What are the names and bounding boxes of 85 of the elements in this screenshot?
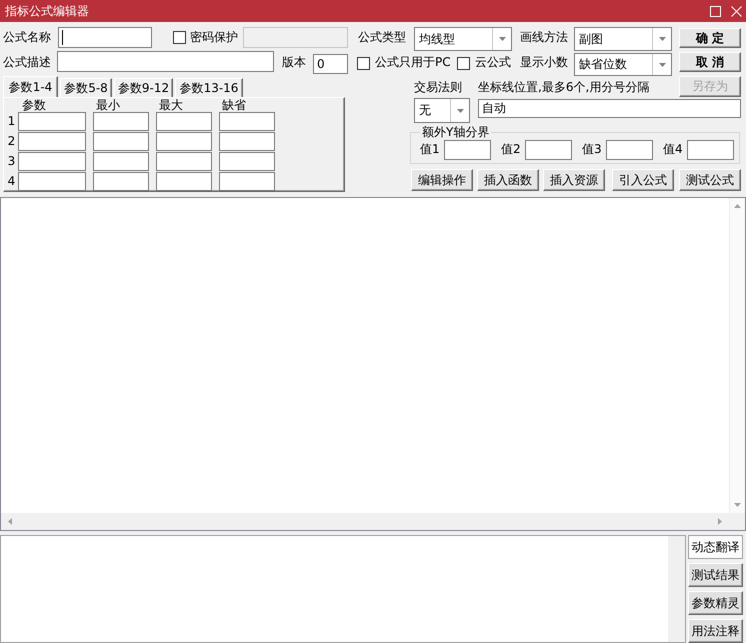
close-icon[interactable]: [731, 6, 742, 16]
version-field[interactable]: 0: [313, 54, 348, 74]
max-value-field[interactable]: [156, 152, 212, 171]
param-name-field[interactable]: [18, 152, 86, 171]
max-value-field[interactable]: [156, 112, 212, 131]
column-header: 最大: [158, 99, 184, 111]
y-value-field[interactable]: [444, 140, 491, 160]
decimals-select[interactable]: 缺省位数: [574, 53, 672, 76]
param-name-field[interactable]: [18, 112, 86, 131]
max-value-field[interactable]: [156, 172, 212, 191]
field-label: 值3: [582, 141, 603, 158]
checkbox[interactable]: [357, 57, 370, 70]
default-value-field[interactable]: [219, 112, 275, 131]
column-header: 最小: [95, 99, 121, 111]
output-view-button[interactable]: 测试结果: [688, 563, 743, 587]
draw-method-select[interactable]: 副图: [574, 27, 672, 51]
param-tab[interactable]: 参数1-4: [3, 76, 58, 97]
min-value-field[interactable]: [93, 172, 149, 191]
field-label: 公式类型: [358, 29, 407, 46]
field-label: 值2: [501, 141, 522, 158]
toolbar-button[interactable]: 引入公式: [612, 169, 674, 191]
group-title: 额外Y轴分界: [421, 126, 490, 139]
vertical-scrollbar[interactable]: [668, 536, 685, 642]
checkbox-label: 公式只用于PC: [375, 54, 452, 71]
y-value-field[interactable]: [687, 140, 734, 160]
field-label: 画线方法: [520, 29, 569, 46]
field-label: 显示小数: [520, 54, 569, 71]
maximize-icon[interactable]: [710, 6, 721, 16]
param-name-field[interactable]: [18, 172, 86, 191]
caret-icon: [658, 62, 666, 66]
ok-button[interactable]: 确 定: [679, 28, 741, 48]
field-label: 版本: [282, 54, 307, 71]
scroll-right-icon[interactable]: [718, 518, 722, 525]
formula-type-select[interactable]: 均线型: [414, 27, 512, 51]
y-value-field[interactable]: [606, 140, 653, 160]
output-view-button[interactable]: 参数精灵: [688, 591, 743, 615]
column-header: 参数: [21, 99, 47, 111]
trade-rule-select[interactable]: 无: [414, 98, 470, 123]
horizontal-scrollbar[interactable]: [1, 513, 729, 530]
field-label: 交易法则: [414, 79, 463, 95]
output-view-button[interactable]: 动态翻译: [688, 535, 743, 559]
row-number: 4: [6, 173, 16, 190]
field-label: 公式描述: [3, 54, 52, 71]
row-number: 1: [6, 113, 16, 130]
toolbar-button[interactable]: 插入函数: [477, 169, 539, 191]
cancel-button[interactable]: 取 消: [679, 52, 741, 72]
checkbox-label: 云公式: [475, 54, 512, 71]
scroll-left-icon[interactable]: [8, 518, 12, 525]
min-value-field[interactable]: [93, 112, 149, 131]
scroll-down-icon[interactable]: [734, 503, 741, 507]
min-value-field[interactable]: [93, 132, 149, 151]
field-label: 公式名称: [3, 29, 52, 46]
default-value-field[interactable]: [219, 152, 275, 171]
output-view-button[interactable]: 用法注释: [688, 619, 743, 643]
scroll-up-icon[interactable]: [734, 204, 741, 208]
min-value-field[interactable]: [93, 152, 149, 171]
axis-lines-field[interactable]: 自动: [478, 99, 741, 118]
caret-icon: [456, 108, 464, 112]
field-label: 坐标线位置,最多6个,用分号分隔: [478, 79, 650, 95]
checkbox-label: 密码保护: [190, 29, 239, 46]
param-tab[interactable]: 参数13-16: [175, 78, 243, 97]
toolbar-button[interactable]: 插入资源: [543, 169, 605, 191]
param-tab[interactable]: 参数9-12: [114, 78, 173, 97]
max-value-field[interactable]: [156, 132, 212, 151]
param-tab[interactable]: 参数5-8: [60, 78, 112, 97]
description-field[interactable]: [57, 51, 274, 72]
formula-name-field[interactable]: [58, 27, 152, 48]
caret-icon: [498, 37, 506, 41]
default-value-field[interactable]: [219, 172, 275, 191]
default-value-field[interactable]: [219, 132, 275, 151]
checkbox[interactable]: [173, 31, 186, 44]
window-title: 指标公式编辑器: [5, 3, 90, 19]
toolbar-button[interactable]: 编辑操作: [411, 169, 473, 191]
toolbar-button[interactable]: 测试公式: [679, 169, 741, 191]
field-label: 值1: [420, 141, 441, 158]
field-label: 值4: [663, 141, 684, 158]
caret-icon: [658, 37, 666, 41]
y-value-field[interactable]: [525, 140, 572, 160]
checkbox[interactable]: [457, 57, 470, 70]
row-number: 3: [6, 153, 16, 170]
column-header: 缺省: [221, 99, 247, 111]
vertical-scrollbar[interactable]: [729, 198, 745, 513]
row-number: 2: [6, 133, 16, 150]
text-cursor-icon: [62, 30, 63, 45]
param-name-field[interactable]: [18, 132, 86, 151]
